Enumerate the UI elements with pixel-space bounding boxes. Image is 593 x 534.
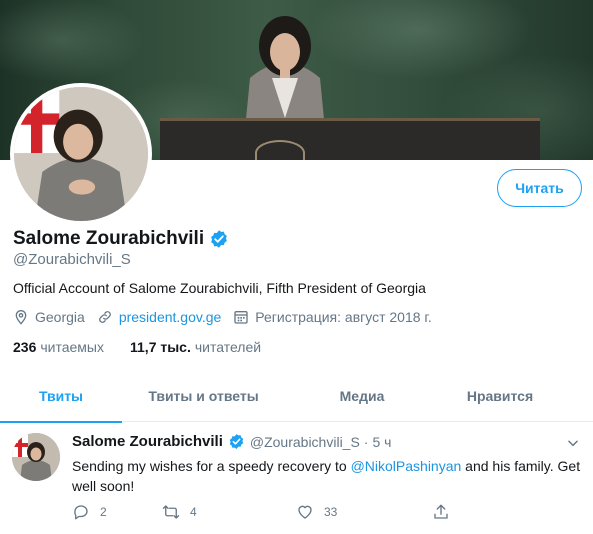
tweet-item[interactable]: Salome Zourabichvili @Zourabichvili_S · … [0, 423, 593, 534]
tweet-timestamp[interactable]: 5 ч [372, 434, 391, 450]
tweet-mention-link[interactable]: @NikolPashinyan [351, 458, 462, 474]
reply-button[interactable]: 2 [72, 503, 162, 521]
profile-joined: Регистрация: август 2018 г. [233, 309, 432, 325]
heart-icon [298, 505, 312, 519]
tweet-author-name[interactable]: Salome Zourabichvili [72, 433, 223, 450]
tab-media[interactable]: Медиа [285, 370, 439, 422]
profile-website[interactable]: president.gov.ge [97, 309, 221, 325]
tweet-header: Salome Zourabichvili @Zourabichvili_S · … [72, 433, 391, 450]
reply-icon [74, 505, 88, 520]
profile-location: Georgia [13, 309, 85, 325]
like-button[interactable]: 33 [296, 503, 432, 521]
avatar-photo [14, 87, 148, 221]
profile-display-name: Salome Zourabichvili [13, 228, 205, 249]
share-button[interactable] [432, 503, 460, 521]
tweet-avatar[interactable] [12, 433, 60, 481]
profile-name-row: Salome Zourabichvili [13, 228, 229, 250]
tab-tweets-and-replies[interactable]: Твиты и ответы [122, 370, 285, 422]
location-text: Georgia [35, 309, 85, 325]
verified-badge-icon [229, 434, 244, 449]
profile-bio: Official Account of Salome Zourabichvili… [13, 280, 426, 296]
share-icon [434, 504, 448, 519]
tweet-separator: · [363, 433, 369, 450]
tweet-author-handle[interactable]: @Zourabichvili_S [250, 434, 360, 450]
link-icon [98, 311, 111, 323]
like-count: 33 [324, 505, 338, 519]
calendar-icon [234, 311, 248, 324]
following-stat[interactable]: 236 читаемых [13, 339, 104, 355]
location-pin-icon [15, 310, 27, 325]
tweet-text-start: Sending my wishes for a speedy recovery … [72, 458, 351, 474]
profile-meta: Georgia president.gov.ge Регистрация: ав… [13, 309, 444, 325]
retweet-count: 4 [190, 505, 197, 519]
banner-podium [160, 118, 540, 160]
tab-tweets[interactable]: Твиты [0, 370, 122, 423]
tweet-avatar-photo [12, 433, 60, 481]
tab-likes[interactable]: Нравится [439, 370, 561, 422]
tweet-actions: 2 4 33 [72, 503, 460, 521]
un-emblem [255, 140, 305, 160]
chevron-down-icon[interactable] [566, 436, 580, 450]
profile-handle: @Zourabichvili_S [13, 251, 131, 268]
profile-avatar[interactable] [10, 83, 152, 225]
following-label: читаемых [40, 339, 104, 355]
retweet-icon [162, 505, 180, 519]
retweet-button[interactable]: 4 [162, 503, 296, 521]
follow-button[interactable]: Читать [497, 169, 582, 207]
followers-count: 11,7 тыс. [130, 339, 191, 355]
joined-text: Регистрация: август 2018 г. [255, 309, 432, 325]
tweet-text: Sending my wishes for a speedy recovery … [72, 456, 582, 496]
verified-badge-icon [211, 230, 227, 248]
following-count: 236 [13, 339, 37, 355]
profile-stats: 236 читаемых 11,7 тыс. читателей [13, 339, 287, 355]
reply-count: 2 [100, 505, 107, 519]
profile-tabs: Твиты Твиты и ответы Медиа Нравится [0, 370, 593, 423]
followers-stat[interactable]: 11,7 тыс. читателей [130, 339, 261, 355]
followers-label: читателей [194, 339, 262, 355]
website-link[interactable]: president.gov.ge [119, 309, 221, 325]
